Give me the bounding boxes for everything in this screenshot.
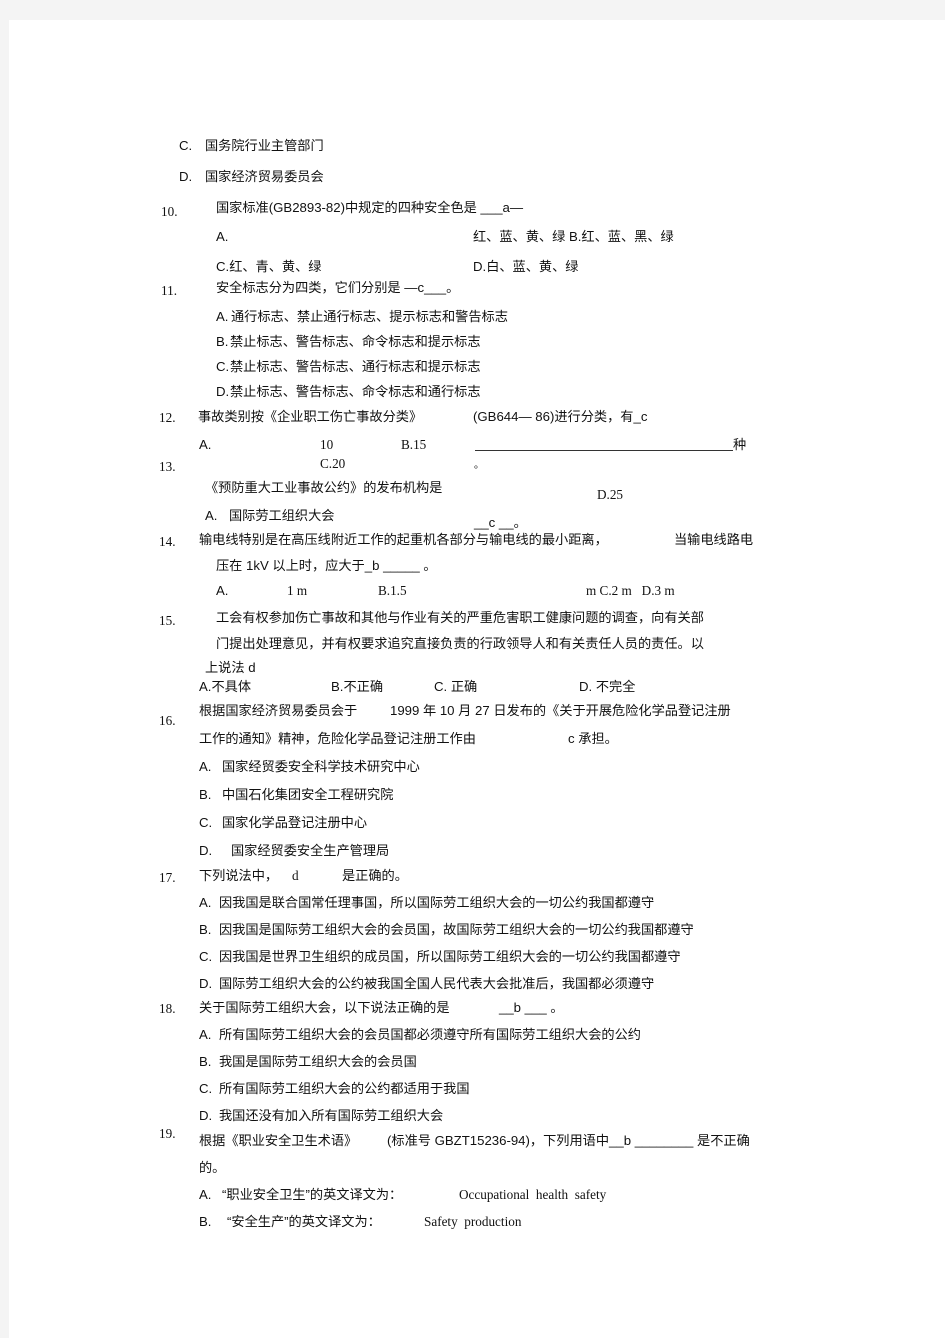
question-14-number: 14.	[159, 534, 176, 549]
question-12-trailing-unit: 种	[733, 437, 747, 452]
carryover-option-c-label: C.	[179, 138, 193, 153]
question-10-number: 10.	[161, 204, 178, 219]
question-14-option-a-value: 1 m	[287, 583, 308, 598]
question-16-stem-line1-a: 根据国家经济贸易委员会于	[199, 703, 358, 718]
question-16-option-d-text: 国家经贸委安全生产管理局	[231, 843, 390, 858]
question-18-option-a-label: A.	[199, 1027, 212, 1042]
question-11-option-d-label: D.	[216, 384, 230, 399]
question-11-number: 11.	[161, 283, 177, 298]
question-16-stem-line2-a: 工作的通知》精神，危险化学品登记注册工作由	[199, 731, 476, 746]
question-10-option-a-label: A.	[216, 229, 229, 244]
question-14-stem-line1-b: 当输电线路电	[674, 532, 754, 547]
question-15-stem-line2: 门提出处理意见，并有权要求追究直接负责的行政领导人和有关责任人员的责任。以	[216, 636, 704, 651]
question-15-option-d: D. 不完全	[579, 679, 636, 694]
question-16-stem-line2-b: c 承担。	[568, 731, 618, 746]
question-12-stem-right: (GB644— 86)进行分类，有_c	[473, 409, 648, 424]
question-17-option-c-text: 因我国是世界卫生组织的成员国，所以国际劳工组织大会的一切公约我国都遵守	[219, 949, 681, 964]
question-11-option-a-text: 通行标志、禁止通行标志、提示标志和警告标志	[231, 309, 508, 324]
question-15-option-c: C. 正确	[434, 679, 478, 694]
question-17-option-d-label: D.	[199, 976, 213, 991]
question-11-option-c-text: 禁止标志、警告标志、通行标志和提示标志	[230, 359, 481, 374]
question-13-option-a-label: A.	[205, 508, 218, 523]
question-17-option-b-label: B.	[199, 922, 212, 937]
question-16-option-d-label: D.	[199, 843, 213, 858]
question-15-number: 15.	[159, 613, 176, 628]
question-14-stem-line2: 压在 1kV 以上时，应大于_b _____ 。	[216, 558, 437, 573]
question-19-english-term-a: Occupational health safety	[459, 1187, 607, 1202]
question-18-option-b-text: 我国是国际劳工组织大会的会员国	[219, 1054, 417, 1069]
question-12-option-c-label: C.20	[320, 456, 346, 471]
question-19-option-b-text: “安全生产”的英文译文为：	[227, 1214, 381, 1229]
question-10-option-d-text: D.白、蓝、黄、绿	[473, 259, 579, 274]
question-15-stem-line3: 上说法 d	[205, 660, 256, 675]
question-15-option-b: B.不正确	[331, 679, 384, 694]
question-11-option-a-label: A.	[216, 309, 229, 324]
question-12-stem-left: 事故类别按《企业职工伤亡事故分类》	[198, 409, 423, 424]
question-16-option-c-text: 国家化学品登记注册中心	[222, 815, 368, 830]
question-17-option-d-text: 国际劳工组织大会的公约被我国全国人民代表大会批准后，我国都必须遵守	[219, 976, 655, 991]
question-12-option-a-label: A.	[199, 437, 212, 452]
question-16-number: 16.	[159, 713, 176, 728]
question-19-option-a-text: “职业安全卫生”的英文译文为：	[222, 1187, 403, 1202]
question-18-option-d-text: 我国还没有加入所有国际劳工组织大会	[219, 1108, 444, 1123]
question-10-option-ab-text: 红、蓝、黄、绿 B.红、蓝、黑、绿	[473, 229, 674, 244]
question-15-option-a: A.不具体	[199, 679, 252, 694]
question-17-option-c-label: C.	[199, 949, 213, 964]
question-19-stem-line1-a: 根据《职业安全卫生术语》	[199, 1133, 358, 1148]
question-13-option-a-text: 国际劳工组织大会	[229, 508, 335, 523]
question-10-stem: 国家标准(GB2893-82)中规定的四种安全色是 ___a—	[216, 200, 524, 215]
question-14-option-b-label: B.1.5	[378, 583, 407, 598]
question-11-option-b-text: 禁止标志、警告标志、命令标志和提示标志	[230, 334, 481, 349]
carryover-option-d-label: D.	[179, 169, 193, 184]
question-17-option-a-text: 因我国是联合国常任理事国，所以国际劳工组织大会的一切公约我国都遵守	[219, 895, 655, 910]
question-18-option-c-text: 所有国际劳工组织大会的公约都适用于我国	[219, 1081, 470, 1096]
question-12-number: 12.	[159, 410, 176, 425]
question-15-stem-line1: 工会有权参加伤亡事故和其他与作业有关的严重危害职工健康问题的调查，向有关部	[216, 610, 704, 625]
question-12-answer-rule	[475, 450, 733, 451]
carryover-option-d-text: 国家经济贸易委员会	[205, 169, 324, 184]
question-13-number: 13.	[159, 459, 176, 474]
question-19-english-term-b: Safety production	[424, 1214, 522, 1229]
question-18-stem-a: 关于国际劳工组织大会，以下说法正确的是	[199, 1000, 450, 1015]
question-19-stem-line2: 的。	[199, 1160, 226, 1175]
question-14-stem-line1-a: 输电线特别是在高压线附近工作的起重机各部分与输电线的最小距离，	[199, 532, 608, 547]
question-17-stem-b: 是正确的。	[342, 868, 408, 883]
question-19-option-a-label: A.	[199, 1187, 212, 1202]
question-16-option-c-label: C.	[199, 815, 213, 830]
question-12-trailing-period: 。	[474, 460, 484, 471]
question-17-stem-a: 下列说法中，	[199, 868, 279, 883]
question-13-answer-blank: __c __。	[474, 515, 527, 530]
question-11-option-b-label: B.	[216, 334, 229, 349]
question-17-answer: d	[292, 868, 299, 883]
carryover-option-c-text: 国务院行业主管部门	[205, 138, 324, 153]
question-16-option-b-text: 中国石化集团安全工程研究院	[222, 787, 394, 802]
question-18-number: 18.	[159, 1001, 176, 1016]
question-11-stem: 安全标志分为四类，它们分别是 —c___。	[216, 280, 460, 295]
question-12-option-a-value: 10	[320, 437, 334, 452]
question-17-option-a-label: A.	[199, 895, 212, 910]
question-18-option-a-text: 所有国际劳工组织大会的会员国都必须遵守所有国际劳工组织大会的公约	[219, 1027, 641, 1042]
question-19-stem-line1-b: (标准号 GBZT15236-94)，下列用语中__b ________ 是不正…	[387, 1133, 750, 1148]
question-18-stem-b: __b ___ 。	[499, 1000, 564, 1015]
question-16-stem-line1-b: 1999 年 10 月 27 日发布的《关于开展危险化学品登记注册	[390, 703, 731, 718]
question-16-option-b-label: B.	[199, 787, 212, 802]
question-12-option-b-label: B.15	[401, 437, 427, 452]
question-19-option-b-label: B.	[199, 1214, 212, 1229]
question-10-option-c-text: C.红、青、黄、绿	[216, 259, 322, 274]
question-11-option-d-text: 禁止标志、警告标志、命令标志和通行标志	[230, 384, 481, 399]
question-18-option-c-label: C.	[199, 1081, 213, 1096]
question-16-option-a-text: 国家经贸委安全科学技术研究中心	[222, 759, 420, 774]
question-14-option-a-label: A.	[216, 583, 229, 598]
scanned-page: C. 国务院行业主管部门 D. 国家经济贸易委员会 10. 国家标准(GB289…	[9, 20, 945, 1338]
question-14-option-cd-text: m C.2 m D.3 m	[586, 583, 675, 598]
question-18-option-d-label: D.	[199, 1108, 213, 1123]
question-18-option-b-label: B.	[199, 1054, 212, 1069]
question-19-number: 19.	[159, 1126, 176, 1141]
question-17-number: 17.	[159, 870, 176, 885]
question-17-option-b-text: 因我国是国际劳工组织大会的会员国，故国际劳工组织大会的一切公约我国都遵守	[219, 922, 694, 937]
question-16-option-a-label: A.	[199, 759, 212, 774]
question-12-option-d-label: D.25	[597, 487, 624, 502]
question-13-stem: 《预防重大工业事故公约》的发布机构是	[205, 480, 443, 495]
question-11-option-c-label: C.	[216, 359, 230, 374]
